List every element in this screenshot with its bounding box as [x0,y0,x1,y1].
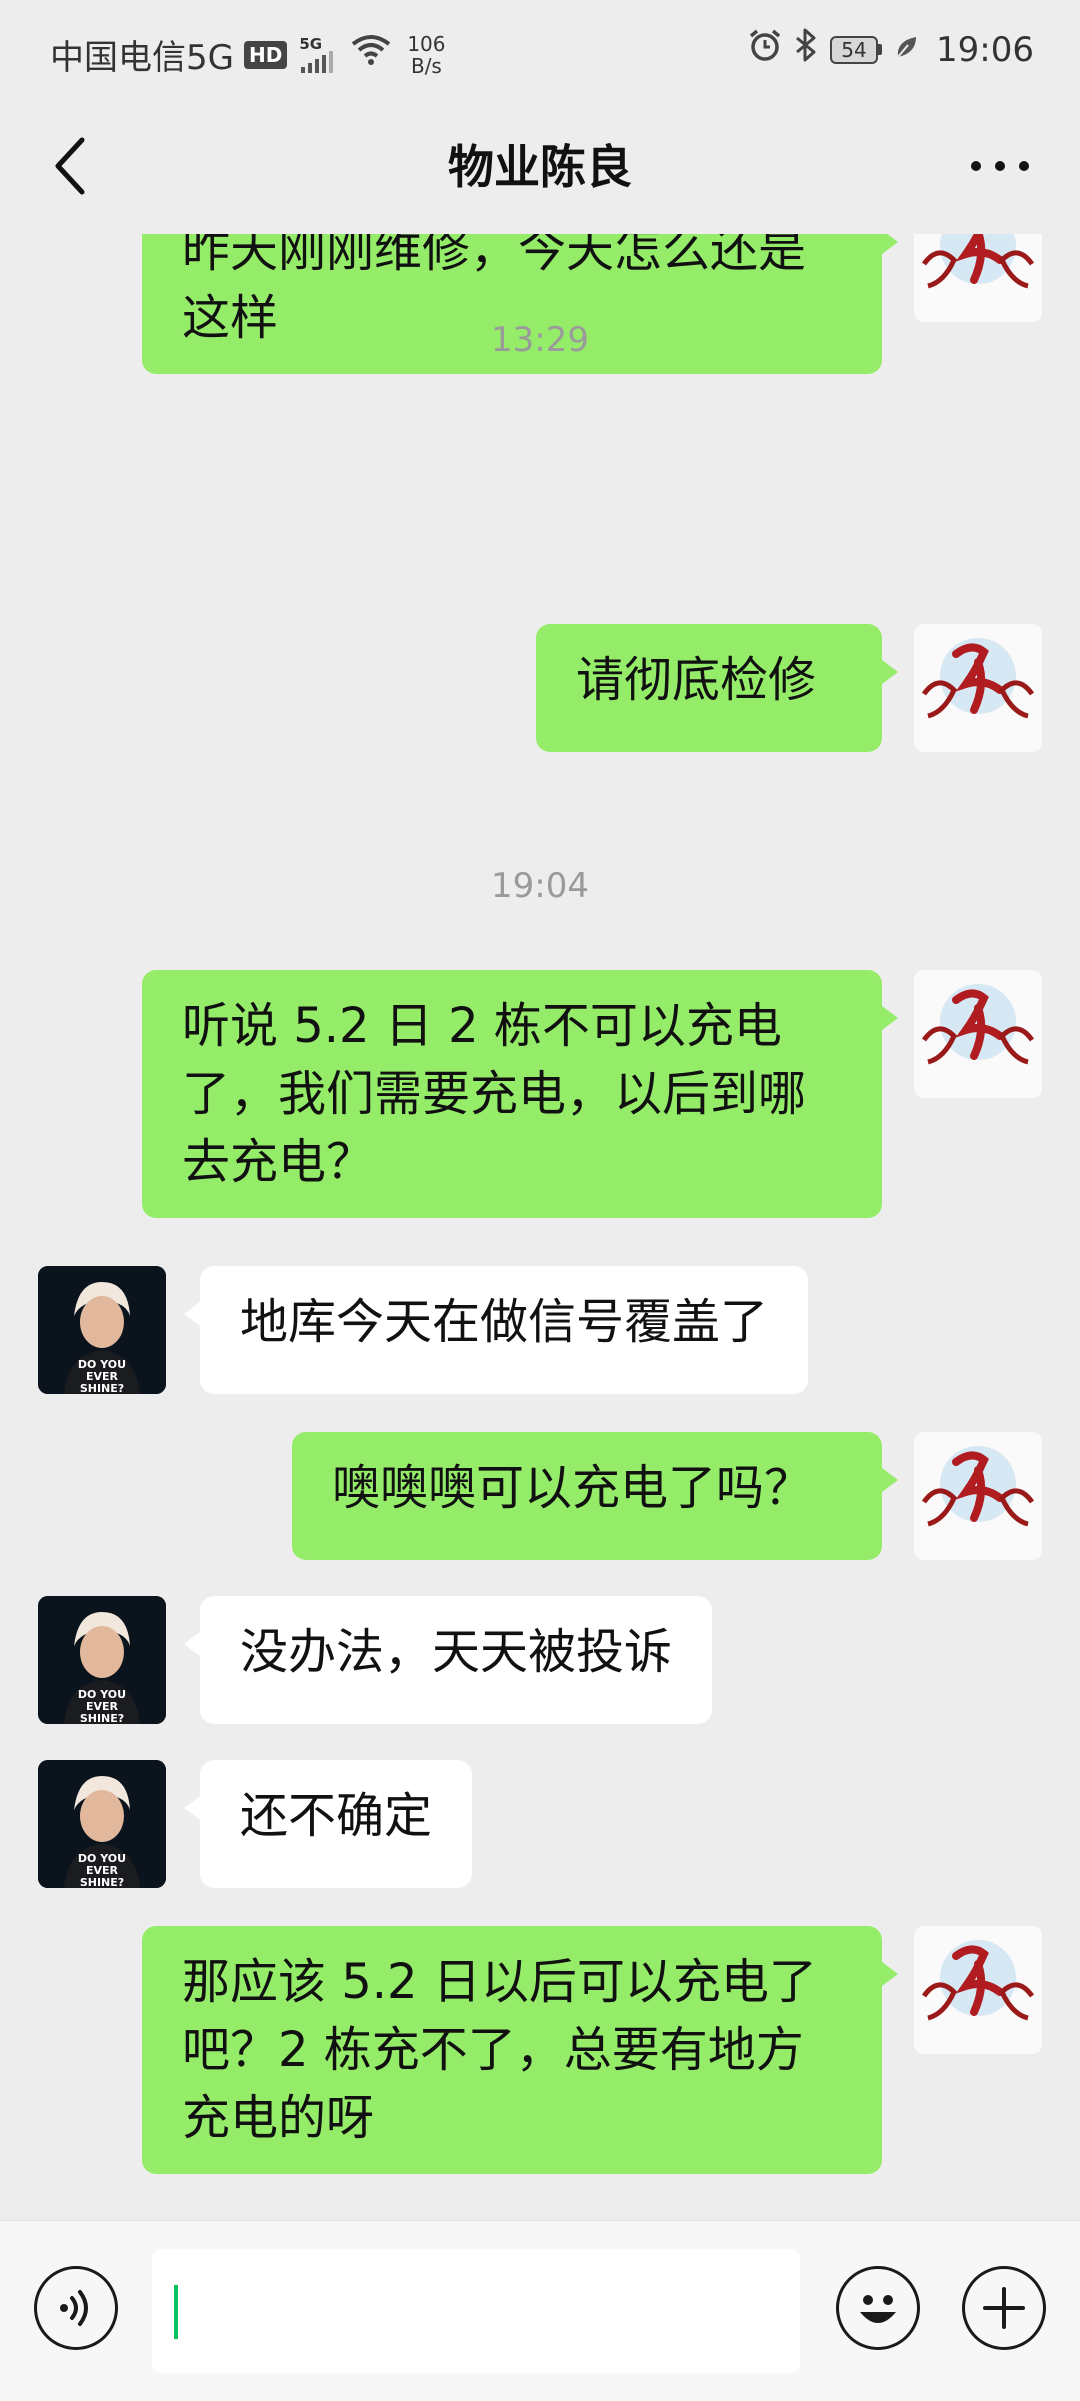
self-avatar[interactable] [914,970,1042,1098]
message-bubble-received[interactable]: 地库今天在做信号覆盖了 [183,1266,809,1394]
message-input[interactable] [152,2249,800,2373]
message-bubble-sent[interactable]: 听说 5.2 日 2 栋不可以充电了，我们需要充电，以后到哪去充电？ [142,970,898,1218]
dragon-logo-icon [914,234,1042,322]
message-bubble-sent[interactable]: 那应该 5.2 日以后可以充电了吧？2 栋充不了，总要有地方充电的呀 [142,1926,898,2174]
svg-text:SHINE?: SHINE? [80,1712,124,1724]
person-photo-icon: DO YOU EVER SHINE? [38,1760,166,1888]
voice-button[interactable] [34,2266,118,2350]
message-bubble-sent[interactable]: 噢噢噢可以充电了吗？ [292,1432,898,1560]
plus-icon [983,2287,1025,2329]
message-bubble-received[interactable]: 还不确定 [183,1760,473,1888]
status-right: 54 19:06 [748,28,1034,71]
speed-value: 106 [407,31,446,56]
wifi-icon [351,34,391,75]
message-list[interactable]: 昨天刚刚维修，今天怎么还是这样 13:29 请彻底检修 19:04 听说 5.2… [0,234,1080,2220]
chat-header: 物业陈良 [0,100,1080,234]
clock: 19:06 [936,29,1034,70]
emoji-icon [860,2295,896,2323]
more-options-button[interactable] [960,136,1040,196]
speed-unit: B/s [410,53,442,78]
more-functions-button[interactable] [962,2266,1046,2350]
self-avatar[interactable] [914,1926,1042,2054]
dragon-logo-icon [914,1926,1042,2054]
contact-avatar[interactable]: DO YOU EVER SHINE? [38,1760,166,1888]
self-avatar[interactable] [914,624,1042,752]
voice-icon [60,2290,88,2326]
chevron-left-icon [55,137,85,195]
network-speed: 106 B/s [407,33,445,77]
alarm-icon [748,28,782,71]
emoji-button[interactable] [836,2266,920,2350]
timestamp: 13:29 [491,320,589,360]
contact-avatar[interactable]: DO YOU EVER SHINE? [38,1596,166,1724]
status-bar: 中国电信5G HD 5G 106 B/s 54 19:06 [0,0,1080,100]
person-photo-icon: DO YOU EVER SHINE? [38,1266,166,1394]
status-left: 中国电信5G HD 5G 106 B/s [50,30,446,79]
person-photo-icon: DO YOU EVER SHINE? [38,1596,166,1724]
battery-level: 54 [830,35,879,64]
more-dots-icon [971,161,1029,171]
network-type-tag: 5G [299,34,323,53]
battery-icon: 54 [830,35,883,64]
dragon-logo-icon [914,624,1042,752]
cellular-signal-icon: 5G [299,34,334,73]
svg-text:SHINE?: SHINE? [80,1876,124,1888]
message-bubble-received[interactable]: 没办法，天天被投诉 [183,1596,713,1724]
message-bubble-sent[interactable]: 请彻底检修 [536,624,898,752]
contact-avatar[interactable]: DO YOU EVER SHINE? [38,1266,166,1394]
hd-badge: HD [243,40,288,69]
carrier-label: 中国电信5G [50,38,234,78]
svg-text:SHINE?: SHINE? [80,1382,124,1394]
leaf-icon [894,30,918,70]
bluetooth-icon [794,28,818,71]
timestamp: 19:04 [491,866,589,906]
self-avatar[interactable] [914,1432,1042,1560]
dragon-logo-icon [914,1432,1042,1560]
self-avatar[interactable] [914,234,1042,322]
back-button[interactable] [40,128,100,204]
input-bar [0,2220,1080,2401]
chat-title: 物业陈良 [448,140,632,194]
text-caret [174,2285,178,2339]
dragon-logo-icon [914,970,1042,1098]
